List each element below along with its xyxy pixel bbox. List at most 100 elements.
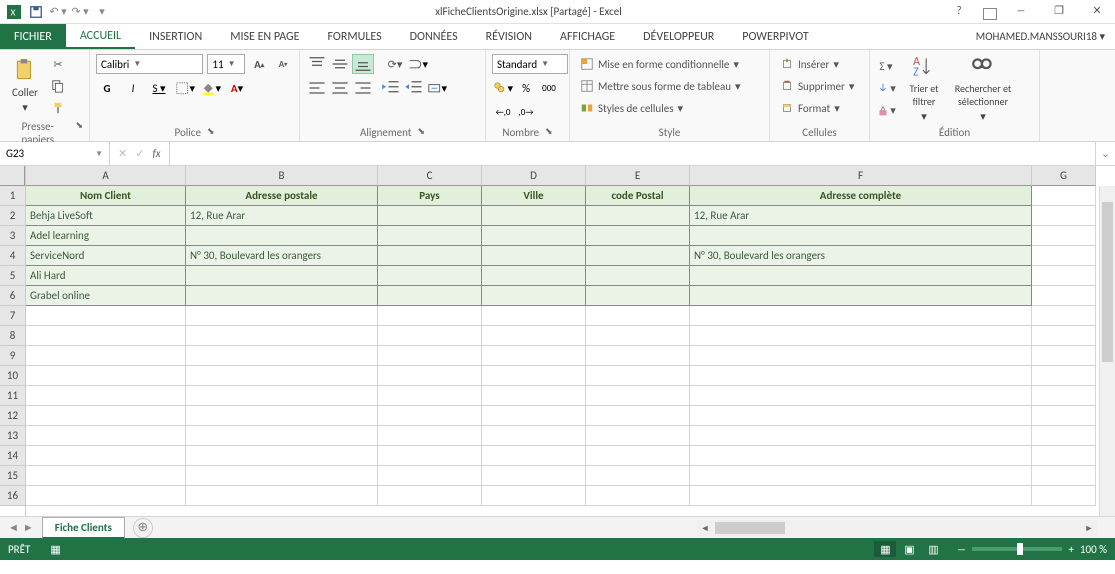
- cell[interactable]: [1032, 486, 1096, 506]
- row-header[interactable]: 15: [0, 466, 25, 486]
- cell[interactable]: [1032, 346, 1096, 366]
- conditional-format-button[interactable]: Mise en forme conditionnelle▾: [576, 54, 763, 74]
- help-icon[interactable]: ?: [945, 4, 973, 20]
- col-header[interactable]: G: [1032, 166, 1096, 186]
- col-header[interactable]: E: [586, 166, 690, 186]
- row-header[interactable]: 6: [0, 286, 25, 306]
- cell[interactable]: Pays: [378, 186, 482, 206]
- save-icon[interactable]: [26, 2, 46, 22]
- cell[interactable]: [1032, 366, 1096, 386]
- cell[interactable]: [482, 446, 586, 466]
- cell[interactable]: [690, 266, 1032, 286]
- decrease-indent-icon[interactable]: [380, 78, 402, 98]
- ribbon-display-icon[interactable]: [983, 8, 997, 20]
- cell[interactable]: [186, 406, 378, 426]
- cell[interactable]: [690, 446, 1032, 466]
- cell[interactable]: [690, 366, 1032, 386]
- cell[interactable]: Adresse postale: [186, 186, 378, 206]
- col-header[interactable]: F: [690, 166, 1032, 186]
- horizontal-scrollbar[interactable]: ◄►: [697, 520, 1097, 536]
- cell[interactable]: Behja LiveSoft: [26, 206, 186, 226]
- italic-button[interactable]: I: [122, 78, 144, 98]
- cell[interactable]: [1032, 266, 1096, 286]
- cell[interactable]: [26, 346, 186, 366]
- cell[interactable]: Adel learning: [26, 226, 186, 246]
- tab-insert[interactable]: INSERTION: [135, 24, 216, 49]
- cell[interactable]: [26, 366, 186, 386]
- cell[interactable]: [482, 266, 586, 286]
- row-header[interactable]: 14: [0, 446, 25, 466]
- col-header[interactable]: A: [26, 166, 186, 186]
- cell[interactable]: [586, 306, 690, 326]
- tab-formulas[interactable]: FORMULES: [314, 24, 396, 49]
- tab-data[interactable]: DONNÉES: [396, 24, 472, 49]
- cell[interactable]: [186, 486, 378, 506]
- cell[interactable]: N° 30, Boulevard les orangers: [186, 246, 378, 266]
- format-painter-icon[interactable]: [48, 98, 68, 118]
- select-all-corner[interactable]: [0, 166, 25, 186]
- tab-review[interactable]: RÉVISION: [472, 24, 546, 49]
- font-color-icon[interactable]: A▾: [226, 78, 248, 98]
- fill-color-icon[interactable]: ▾: [200, 78, 222, 98]
- font-launcher-icon[interactable]: ⬊: [207, 126, 215, 139]
- wrap-text-icon[interactable]: ▾: [407, 54, 429, 74]
- cell[interactable]: [482, 386, 586, 406]
- insert-cells-button[interactable]: Insérer▾: [776, 54, 863, 74]
- cell[interactable]: Nom Client: [26, 186, 186, 206]
- cell[interactable]: [26, 386, 186, 406]
- bold-button[interactable]: G: [96, 78, 118, 98]
- row-header[interactable]: 9: [0, 346, 25, 366]
- col-header[interactable]: D: [482, 166, 586, 186]
- cell[interactable]: [186, 286, 378, 306]
- new-sheet-button[interactable]: ⊕: [133, 518, 153, 538]
- align-center-icon[interactable]: [329, 78, 351, 98]
- underline-button[interactable]: S ▾: [148, 78, 170, 98]
- orientation-icon[interactable]: ⟳▾: [384, 54, 406, 74]
- cell[interactable]: [378, 426, 482, 446]
- cell[interactable]: [690, 426, 1032, 446]
- cut-icon[interactable]: ✂: [48, 54, 68, 74]
- tab-powerpivot[interactable]: POWERPIVOT: [728, 24, 822, 49]
- page-layout-view-icon[interactable]: ▣: [898, 541, 920, 557]
- restore-icon[interactable]: ❐: [1045, 4, 1073, 20]
- autosum-icon[interactable]: Σ ▾: [876, 57, 896, 77]
- normal-view-icon[interactable]: ▦: [874, 541, 896, 557]
- cell[interactable]: [482, 286, 586, 306]
- cell[interactable]: [586, 206, 690, 226]
- cell[interactable]: [586, 266, 690, 286]
- cell[interactable]: [586, 406, 690, 426]
- cell[interactable]: [378, 286, 482, 306]
- cell[interactable]: [378, 406, 482, 426]
- cell[interactable]: [26, 426, 186, 446]
- format-cells-button[interactable]: Format▾: [776, 98, 863, 118]
- cell[interactable]: 12, Rue Arar: [186, 206, 378, 226]
- cell[interactable]: [186, 306, 378, 326]
- copy-icon[interactable]: [48, 76, 68, 96]
- cell[interactable]: [690, 486, 1032, 506]
- row-header[interactable]: 1: [0, 186, 25, 206]
- cell[interactable]: [690, 346, 1032, 366]
- row-header[interactable]: 5: [0, 266, 25, 286]
- align-top-icon[interactable]: [306, 54, 328, 74]
- cell[interactable]: [586, 486, 690, 506]
- merge-center-icon[interactable]: ▾: [426, 78, 448, 98]
- cell[interactable]: [1032, 286, 1096, 306]
- cell[interactable]: [482, 226, 586, 246]
- cell[interactable]: 12, Rue Arar: [690, 206, 1032, 226]
- percent-icon[interactable]: %: [515, 78, 537, 98]
- row-header[interactable]: 3: [0, 226, 25, 246]
- macro-record-icon[interactable]: ▦: [50, 543, 60, 556]
- alignment-launcher-icon[interactable]: ⬊: [417, 126, 425, 139]
- close-icon[interactable]: ✕: [1083, 4, 1111, 20]
- cell[interactable]: [378, 326, 482, 346]
- cell[interactable]: [586, 426, 690, 446]
- user-name[interactable]: MOHAMED.MANSSOURI18 ▾: [966, 24, 1115, 49]
- cell[interactable]: [482, 326, 586, 346]
- number-format-combo[interactable]: Standard▼: [492, 54, 568, 74]
- cell[interactable]: [1032, 406, 1096, 426]
- cell[interactable]: [1032, 446, 1096, 466]
- comma-icon[interactable]: 000: [538, 78, 560, 98]
- increase-font-icon[interactable]: A▴: [249, 54, 269, 74]
- cell[interactable]: [26, 406, 186, 426]
- cell[interactable]: [186, 466, 378, 486]
